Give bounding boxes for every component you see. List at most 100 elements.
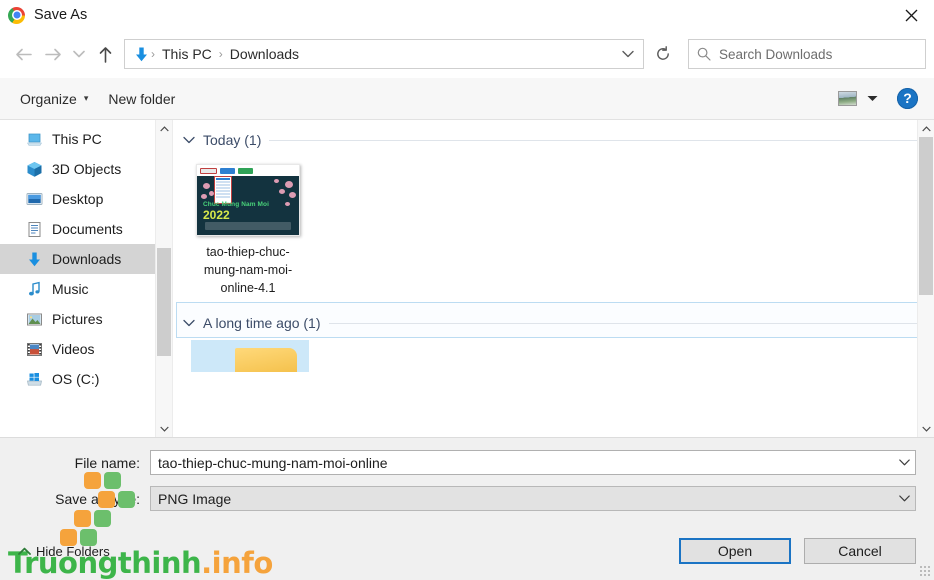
sidebar-item-music[interactable]: Music	[0, 274, 172, 304]
navigation-bar: › This PC › Downloads Search Downloads	[0, 30, 934, 78]
blossom-icon	[209, 191, 214, 196]
chevron-down-icon: ▾	[83, 93, 89, 103]
search-input[interactable]: Search Downloads	[719, 47, 832, 62]
refresh-button[interactable]	[646, 39, 680, 69]
cancel-button[interactable]: Cancel	[804, 538, 916, 564]
sidebar-item-videos[interactable]: Videos	[0, 334, 172, 364]
chevron-down-icon	[183, 136, 195, 144]
folder-icon	[235, 348, 297, 373]
picture-view-icon	[837, 91, 857, 106]
videos-icon	[26, 341, 43, 358]
browser-area: This PC 3D Objects Desktop Documents Dow…	[0, 120, 934, 438]
hide-folders-label: Hide Folders	[36, 543, 110, 559]
blossom-icon	[289, 192, 296, 198]
resize-grip[interactable]	[919, 565, 931, 577]
title-bar: Save As	[0, 0, 934, 30]
close-button[interactable]	[888, 0, 934, 30]
watermark-logo	[56, 472, 152, 546]
card-chip	[200, 167, 217, 174]
address-dropdown-button[interactable]	[617, 41, 639, 67]
file-name-label: File name:	[74, 454, 140, 471]
file-thumbnail: Chuc Mung Nam Moi 2022	[196, 164, 300, 236]
file-tiles: Chuc Mung Nam Moi 2022 tao-thiep-chuc-mu…	[173, 154, 934, 301]
address-bar[interactable]: › This PC › Downloads	[124, 39, 644, 69]
file-name-input[interactable]: tao-thiep-chuc-mung-nam-moi-online	[150, 450, 916, 475]
recent-locations-button[interactable]	[68, 39, 90, 69]
help-button[interactable]: ?	[897, 88, 918, 109]
file-name-value[interactable]: tao-thiep-chuc-mung-nam-moi-online	[158, 455, 893, 471]
sidebar-item-documents[interactable]: Documents	[0, 214, 172, 244]
sidebar-scroll-up-button[interactable]	[156, 120, 172, 137]
sidebar-item-desktop[interactable]: Desktop	[0, 184, 172, 214]
scroll-up-icon	[921, 125, 931, 131]
file-list-pane[interactable]: Today (1) Chuc Mung Nam Moi 2022 tao-thi…	[172, 120, 934, 437]
breadcrumb-downloads[interactable]: Downloads	[224, 44, 305, 64]
documents-icon	[26, 221, 43, 238]
save-as-type-select[interactable]: PNG Image	[150, 486, 916, 511]
os-drive-icon	[26, 371, 43, 388]
change-view-button[interactable]	[833, 87, 861, 111]
pictures-icon	[26, 311, 43, 328]
sidebar-item-this-pc[interactable]: This PC	[0, 124, 172, 154]
chevron-up-icon	[18, 547, 31, 555]
sidebar-scroll-thumb[interactable]	[157, 248, 171, 356]
scroll-down-icon	[921, 426, 931, 432]
blossom-icon	[279, 189, 285, 194]
command-toolbar: Organize ▾ New folder ?	[0, 78, 934, 120]
save-as-type-dropdown-button[interactable]	[893, 487, 915, 510]
this-pc-icon	[26, 131, 43, 148]
content-scroll-down-button[interactable]	[918, 420, 934, 437]
file-name-label: tao-thiep-chuc-mung-nam-moi-online-4.1	[203, 245, 293, 296]
file-name-dropdown-button[interactable]	[893, 451, 915, 474]
chrome-icon	[8, 6, 25, 24]
up-button[interactable]	[90, 39, 120, 69]
blossom-icon	[203, 183, 210, 189]
group-divider	[269, 139, 926, 141]
new-folder-label: New folder	[108, 90, 176, 107]
content-scrollbar[interactable]	[917, 120, 934, 437]
blossom-icon	[201, 194, 207, 199]
card-chip	[220, 167, 235, 174]
chevron-down-icon	[183, 320, 195, 327]
new-folder-button[interactable]: New folder	[98, 86, 185, 112]
partial-file-row[interactable]	[173, 340, 934, 373]
search-box[interactable]: Search Downloads	[688, 39, 926, 69]
view-options-button[interactable]	[861, 87, 883, 111]
content-scroll-thumb[interactable]	[919, 137, 933, 295]
sidebar-item-label: OS (C:)	[52, 371, 100, 387]
sidebar-item-downloads[interactable]: Downloads	[0, 244, 172, 274]
blossom-icon	[285, 181, 293, 188]
group-header-today[interactable]: Today (1)	[173, 120, 934, 154]
search-icon	[697, 47, 711, 61]
content-scroll-up-button[interactable]	[918, 120, 934, 137]
sidebar-item-label: Documents	[52, 221, 123, 237]
scroll-up-icon	[159, 125, 169, 131]
downloads-arrow-icon	[133, 46, 150, 63]
forward-button[interactable]	[38, 39, 68, 69]
sidebar-item-pictures[interactable]: Pictures	[0, 304, 172, 334]
sidebar-item-label: This PC	[52, 131, 102, 147]
sidebar-scroll-down-button[interactable]	[156, 420, 172, 437]
breadcrumb-this-pc[interactable]: This PC	[156, 44, 218, 64]
sidebar-list: This PC 3D Objects Desktop Documents Dow…	[0, 120, 172, 394]
chevron-down-icon	[867, 96, 877, 101]
hide-folders-button[interactable]: Hide Folders	[18, 544, 110, 559]
organize-button[interactable]: Organize ▾	[10, 86, 98, 112]
back-button[interactable]	[8, 39, 38, 69]
chevron-down-icon	[898, 495, 910, 502]
sidebar-item-3d-objects[interactable]: 3D Objects	[0, 154, 172, 184]
file-tile[interactable]: Chuc Mung Nam Moi 2022 tao-thiep-chuc-mu…	[187, 160, 309, 301]
save-as-type-value: PNG Image	[158, 490, 232, 507]
navigation-pane: This PC 3D Objects Desktop Documents Dow…	[0, 120, 172, 437]
sidebar-scrollbar[interactable]	[155, 120, 172, 437]
window-title: Save As	[34, 7, 88, 23]
chevron-down-icon	[73, 50, 85, 58]
organize-label: Organize	[20, 90, 77, 107]
thumbnail-card: Chuc Mung Nam Moi 2022	[197, 165, 299, 235]
chevron-down-icon	[622, 50, 634, 58]
selected-item-highlight	[191, 340, 309, 373]
group-header-a-long-time-ago[interactable]: A long time ago (1)	[176, 302, 929, 339]
card-menu	[214, 176, 232, 204]
sidebar-item-os-drive[interactable]: OS (C:)	[0, 364, 172, 394]
open-button[interactable]: Open	[679, 538, 791, 564]
